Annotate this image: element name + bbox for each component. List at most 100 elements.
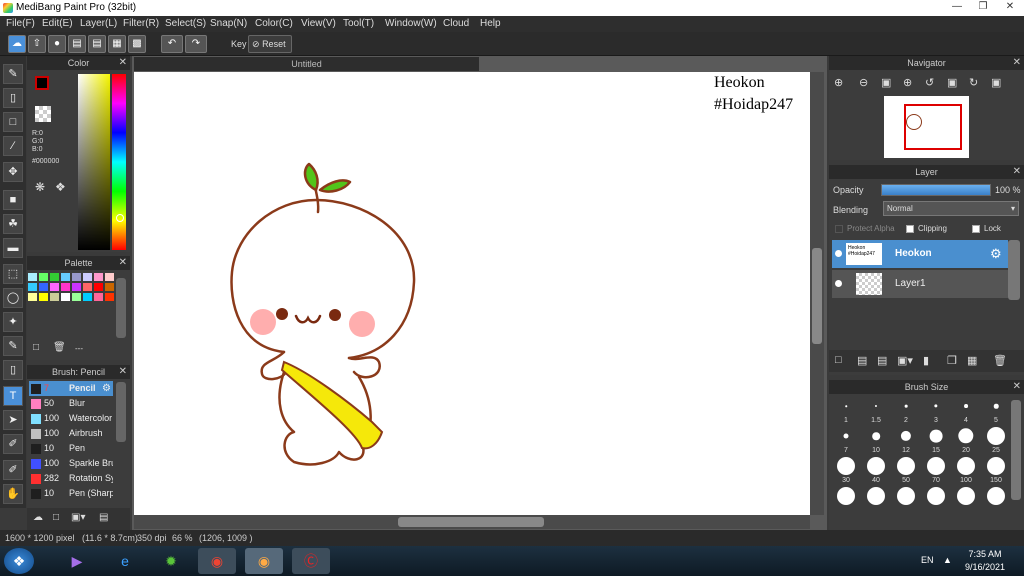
system-clock[interactable]: 7:35 AM 9/16/2021 [960,548,1010,574]
brush-item-blur[interactable]: 50 Blur [29,396,113,411]
menu-tool[interactable]: Tool(T) [343,18,374,29]
brush-size-cell[interactable]: 3 [923,396,949,424]
brush-size-cell[interactable]: 1.5 [863,396,889,424]
navigator-preview[interactable] [884,96,969,158]
gear-icon[interactable]: ⚙ [102,381,111,396]
brush-item-sparkle[interactable]: 100 Sparkle Brush [29,456,113,471]
brush-item-airbrush[interactable]: 100 Airbrush [29,426,113,441]
brush-size-cell[interactable] [983,486,1009,512]
brush-item-rotation-symmetry[interactable]: 282 Rotation Symmetry [29,471,113,486]
brush-size-cell[interactable]: 7 [833,426,859,454]
brush-size-cell[interactable]: 20 [953,426,979,454]
menu-snap[interactable]: Snap(N) [210,18,247,29]
pinterest-icon[interactable]: Ⓒ [292,548,330,574]
navigator-settings-icon[interactable]: ▣ [991,76,1001,89]
palette-swatch-grid[interactable] [28,273,116,305]
palette-swatch[interactable] [72,273,81,281]
brush-size-cell[interactable]: 1 [833,396,859,424]
menu-view[interactable]: View(V) [301,18,336,29]
gradient-tool-icon[interactable]: ▬ [3,238,23,258]
menu-select[interactable]: Select(S) [165,18,206,29]
brush-tool-icon[interactable]: ✎ [3,64,23,84]
palette-swatch[interactable] [105,273,114,281]
close-icon[interactable]: ✕ [1013,56,1021,70]
brush-size-cell[interactable]: 2 [893,396,919,424]
new-halftone-layer-icon[interactable]: ▤ [857,354,867,367]
palette-swatch[interactable] [83,293,92,301]
new-brush-icon[interactable]: □ [53,512,59,523]
merge-layer-icon[interactable]: ▦ [967,354,977,367]
close-icon[interactable]: ✕ [119,365,127,379]
folder-icon[interactable]: ▮ [923,354,929,367]
brush-size-cell[interactable]: 10 [863,426,889,454]
menu-edit[interactable]: Edit(E) [42,18,73,29]
palette-swatch[interactable] [39,283,48,291]
brush-list-scrollbar[interactable] [116,382,126,442]
palette-swatch[interactable] [94,283,103,291]
eyedropper-icon[interactable]: ✐ [3,434,23,454]
document-icon[interactable]: ▤ [88,35,106,53]
palette-swatch[interactable] [72,293,81,301]
saturation-brightness-picker[interactable] [78,74,110,250]
palette-swatch[interactable] [94,273,103,281]
menu-filter[interactable]: Filter(R) [123,18,159,29]
fit-screen-icon[interactable]: ▣ [881,76,891,89]
redo-icon[interactable]: ↷ [185,35,207,53]
add-brush-icon[interactable]: ▣▾ [71,512,85,523]
brush-size-cell[interactable]: 150 [983,456,1009,484]
operation-tool-icon[interactable]: ➤ [3,410,23,430]
close-icon[interactable]: ✕ [119,56,127,70]
menu-color[interactable]: Color(C) [255,18,293,29]
palette-swatch[interactable] [94,293,103,301]
visibility-icon[interactable] [835,280,842,287]
brush-size-scrollbar[interactable] [1011,400,1021,500]
drawing-canvas[interactable]: Heokon #Hoidap247 [134,72,810,515]
dot-tool-icon[interactable]: □ [3,112,23,132]
opacity-slider[interactable] [881,184,991,196]
palette-swatch[interactable] [61,273,70,281]
palette-icon[interactable]: ❋ [35,180,45,194]
select-pen-icon[interactable]: ✎ [3,336,23,356]
hand-tool-icon[interactable]: ✋ [3,484,23,504]
menu-layer[interactable]: Layer(L) [80,18,117,29]
menu-file[interactable]: File(F) [6,18,35,29]
reset-button[interactable]: ⊘ Reset [248,35,292,53]
new-8bit-layer-icon[interactable]: ▤ [877,354,887,367]
new-layer-icon[interactable]: □ [835,354,842,366]
upload-icon[interactable]: ⇧ [28,35,46,53]
pen-tool-icon[interactable]: ∕ [3,136,23,156]
brush-size-cell[interactable]: 30 [833,456,859,484]
brush-size-cell[interactable] [863,486,889,512]
restore-icon[interactable]: ❐ [970,0,996,15]
eyedropper2-icon[interactable]: ✐ [3,460,23,480]
medibang-taskbar-icon[interactable]: ◉ [245,548,283,574]
comment-icon[interactable]: ● [48,35,66,53]
palette-scrollbar[interactable] [116,278,126,338]
brush-size-cell[interactable] [833,486,859,512]
palette-swatch[interactable] [39,293,48,301]
brush-size-cell[interactable]: 70 [923,456,949,484]
palette-swatch[interactable] [28,283,37,291]
brush-size-cell[interactable]: 15 [923,426,949,454]
new-palette-icon[interactable]: □ [33,342,39,353]
grid-icon[interactable]: ▦ [108,35,126,53]
brush-settings-icon[interactable]: ▤ [99,512,108,523]
brush-size-cell[interactable]: 5 [983,396,1009,424]
select-eraser-icon[interactable]: ▯ [3,360,23,380]
brush-size-cell[interactable] [893,486,919,512]
layer-row-heokon[interactable]: Heokon #Hoidap247 Heokon ⚙ [832,240,1008,268]
minimize-icon[interactable]: — [944,0,970,15]
brush-item-pencil[interactable]: 7 Pencil ⚙ [29,381,113,396]
lasso-tool-icon[interactable]: ◯ [3,288,23,308]
foreground-color-swatch[interactable] [35,76,49,90]
canvas-horizontal-scrollbar[interactable] [134,515,810,529]
blending-select[interactable]: Normal ▾ [883,201,1019,216]
hue-slider[interactable] [112,74,126,250]
menu-window[interactable]: Window(W) [385,18,437,29]
brush-item-watercolor[interactable]: 100 Watercolor [29,411,113,426]
brush-size-cell[interactable]: 50 [893,456,919,484]
app-icon-green[interactable]: ✹ [152,548,190,574]
brush-size-cell[interactable] [953,486,979,512]
layer-list-scrollbar[interactable] [1008,240,1020,300]
brush-size-cell[interactable]: 25 [983,426,1009,454]
